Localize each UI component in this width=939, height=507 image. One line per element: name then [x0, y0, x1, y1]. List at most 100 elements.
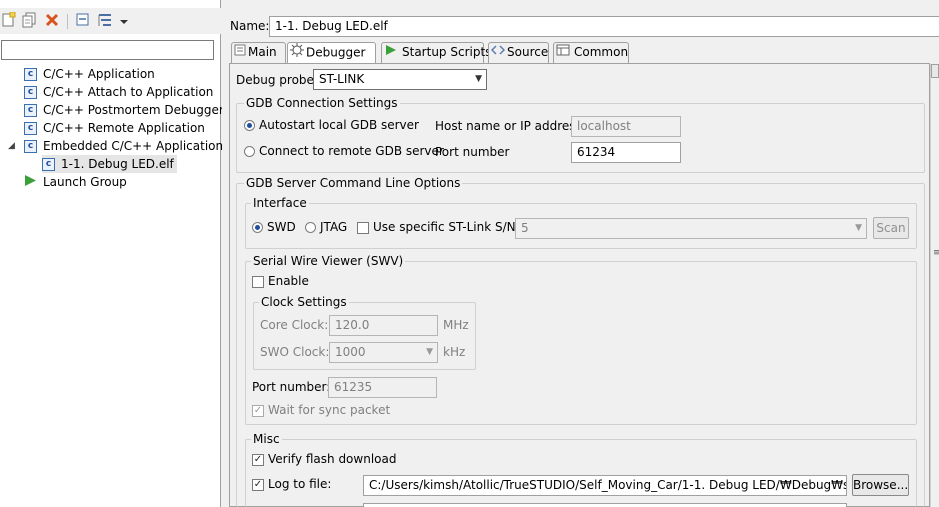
scroll-up-button[interactable] [931, 64, 939, 78]
c-icon: c [24, 122, 37, 135]
name-input[interactable]: 1-1. Debug LED.elf [269, 16, 939, 37]
specific-sn-label: Use specific ST-Link S/N [373, 220, 516, 234]
delete-icon[interactable] [44, 12, 62, 30]
browse-button[interactable]: Browse... [852, 474, 909, 496]
sn-select[interactable]: 5 ▼ [515, 218, 867, 239]
log-file-input[interactable]: C:/Users/kimsh/Atollic/TrueSTUDIO/Self_M… [363, 475, 847, 496]
swo-clock-unit: kHz [443, 345, 466, 359]
tree-item-label: C/C++ Application [43, 67, 155, 81]
checkbox-unchecked-icon [357, 221, 369, 234]
gdb-server-options-title: GDB Server Command Line Options [244, 176, 463, 190]
tab-source[interactable]: Source [488, 42, 549, 63]
filter-input[interactable] [1, 40, 214, 60]
tree-item-c-postmortem[interactable]: c C/C++ Postmortem Debugger [24, 101, 224, 119]
tree-item-launch-group[interactable]: Launch Group [24, 173, 127, 191]
radio-selected-icon [244, 120, 255, 131]
jtag-label: JTAG [320, 220, 348, 234]
debug-probe-value: ST-LINK [319, 72, 365, 86]
name-label: Name: [230, 19, 270, 33]
swd-label: SWD [267, 220, 296, 234]
tree-item-label: C/C++ Postmortem Debugger [43, 103, 224, 117]
radio-selected-icon [252, 222, 263, 233]
dropdown-icon[interactable] [118, 12, 130, 30]
tab-startup-scripts[interactable]: Startup Scripts [381, 42, 491, 63]
tab-main[interactable]: Main [231, 42, 286, 63]
swd-radio[interactable]: SWD [252, 220, 296, 234]
verify-flash-label: Verify flash download [268, 452, 397, 466]
tab-common[interactable]: Common [553, 42, 629, 63]
checkbox-unchecked-icon [252, 275, 264, 288]
tab-label: Source [507, 45, 549, 59]
jtag-radio[interactable]: JTAG [305, 220, 347, 234]
duplicate-icon[interactable] [22, 12, 40, 30]
port-label: Port number [435, 145, 510, 159]
tree-item-c-application[interactable]: c C/C++ Application [24, 65, 155, 83]
swo-clock-select[interactable]: 1000 ▼ [329, 342, 438, 363]
expanded-twisty-icon[interactable]: ◢ [8, 141, 15, 151]
tree-item-label: 1-1. Debug LED.elf [61, 157, 174, 171]
debug-probe-select[interactable]: ST-LINK ▼ [313, 69, 487, 90]
tree-item-c-remote[interactable]: c C/C++ Remote Application [24, 119, 205, 137]
remote-radio[interactable]: Connect to remote GDB server [244, 144, 444, 158]
interface-title: Interface [251, 196, 309, 210]
startup-tab-icon [384, 43, 402, 62]
autostart-label: Autostart local GDB server [259, 118, 419, 132]
debugger-tab-icon [290, 43, 306, 63]
c-icon: c [24, 140, 37, 153]
host-label: Host name or IP address [435, 119, 582, 133]
scan-button[interactable]: Scan [873, 217, 909, 239]
tree-item-label: Launch Group [43, 175, 127, 189]
clock-settings-title: Clock Settings [259, 295, 349, 309]
tab-label: Common [574, 45, 629, 59]
scroll-grip-icon: ≡ [933, 248, 939, 258]
swv-port-input[interactable]: 61235 [328, 377, 437, 398]
main-tab-icon [234, 43, 248, 62]
launch-config-toolbar [0, 8, 221, 34]
swv-port-label: Port number: [252, 380, 331, 394]
log-to-file-checkbox[interactable]: ✓ Log to file: [252, 477, 331, 491]
filter-icon[interactable] [97, 12, 115, 30]
collapse-all-icon[interactable] [75, 12, 93, 30]
common-tab-icon [556, 43, 574, 62]
swo-clock-label: SWO Clock: [260, 345, 330, 359]
port-input[interactable]: 61234 [571, 142, 681, 163]
c-icon: c [24, 86, 37, 99]
autostart-radio[interactable]: Autostart local GDB server [244, 118, 419, 132]
wait-sync-checkbox[interactable]: ✓ Wait for sync packet [252, 403, 390, 417]
toolbar-separator [67, 14, 68, 29]
tree-item-label: C/C++ Remote Application [43, 121, 205, 135]
specific-sn-checkbox[interactable]: Use specific ST-Link S/N [357, 220, 516, 234]
tab-label: Debugger [306, 45, 366, 60]
swo-clock-value: 1000 [335, 345, 366, 359]
core-clock-input[interactable]: 120.0 [329, 315, 438, 336]
debug-probe-label: Debug probe [236, 73, 314, 87]
gdb-connection-title: GDB Connection Settings [244, 96, 400, 110]
tab-label: Startup Scripts [402, 45, 492, 59]
c-icon: c [42, 158, 55, 171]
checkbox-checked-icon: ✓ [252, 453, 264, 466]
sn-value: 5 [521, 221, 529, 235]
misc-title: Misc [251, 432, 282, 446]
source-tab-icon [490, 43, 507, 62]
new-launch-icon[interactable] [1, 11, 19, 30]
tab-debugger[interactable]: Debugger [287, 42, 376, 64]
tab-label: Main [248, 45, 277, 59]
next-field-partial [363, 503, 847, 507]
c-icon: c [24, 68, 37, 81]
log-to-file-label: Log to file: [268, 477, 332, 491]
tree-item-debug-led[interactable]: c 1-1. Debug LED.elf [42, 155, 177, 173]
vertical-scrollbar[interactable] [930, 64, 939, 507]
radio-unselected-icon [244, 146, 255, 157]
swv-enable-checkbox[interactable]: Enable [252, 274, 309, 288]
misc-group [245, 439, 917, 507]
swv-enable-label: Enable [268, 274, 309, 288]
host-input[interactable]: localhost [571, 116, 681, 137]
chevron-down-icon: ▼ [855, 223, 862, 233]
tree-item-embedded-c[interactable]: c Embedded C/C++ Application [24, 137, 223, 155]
radio-unselected-icon [305, 222, 316, 233]
launch-group-icon [24, 174, 37, 192]
chevron-down-icon: ▼ [426, 347, 433, 357]
core-clock-label: Core Clock: [260, 318, 329, 332]
verify-flash-checkbox[interactable]: ✓ Verify flash download [252, 452, 396, 466]
tree-item-c-attach[interactable]: c C/C++ Attach to Application [24, 83, 213, 101]
